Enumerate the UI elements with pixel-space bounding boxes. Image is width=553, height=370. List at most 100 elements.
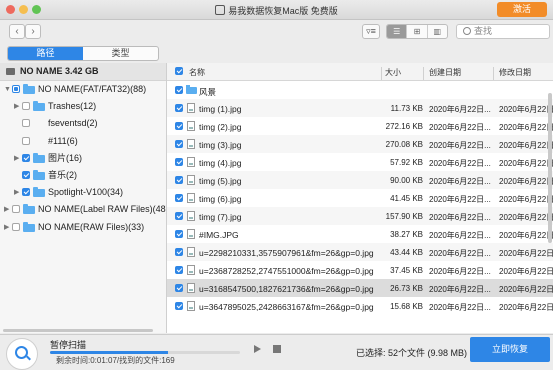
- row-checkbox[interactable]: [175, 248, 183, 256]
- file-name: u=2368728252,2747551000&fm=26&gp=0.jpg: [199, 266, 374, 276]
- file-name: u=3168547500,1827621736&fm=26&gp=0.jpg: [199, 284, 374, 294]
- tree-item[interactable]: 音乐(2): [0, 167, 166, 184]
- row-checkbox[interactable]: [175, 158, 183, 166]
- tree-item-checkbox[interactable]: [22, 170, 30, 179]
- table-row[interactable]: timg (3).jpg 270.08 KB 2020年6月22日... 2020年6…: [167, 135, 553, 153]
- row-checkbox[interactable]: [175, 86, 183, 94]
- table-row[interactable]: timg (1).jpg 11.73 KB 2020年6月22日... 2020年6月…: [167, 99, 553, 117]
- tree-item-checkbox[interactable]: [12, 222, 20, 231]
- created-date: 2020年6月22日...: [429, 231, 491, 240]
- file-size: 38.27 KB: [390, 230, 423, 239]
- modified-date: 2020年6月22日: [499, 177, 553, 186]
- tab-type[interactable]: 类型: [83, 47, 158, 60]
- back-arrow-icon[interactable]: ‹: [9, 24, 25, 39]
- search-input[interactable]: 查找: [456, 24, 550, 39]
- tree-item-checkbox[interactable]: [12, 205, 20, 214]
- tree-item[interactable]: ▶ 图片(16): [0, 150, 166, 167]
- tree-item-checkbox[interactable]: [22, 153, 30, 162]
- column-name[interactable]: 名称: [189, 67, 205, 78]
- tree-item-checkbox[interactable]: [22, 119, 30, 128]
- toolbar: ‹ › ▿≡ ☰ ⊞ ▥ 查找: [0, 20, 553, 43]
- tree-item[interactable]: ▶ NO NAME(RAW Files)(33): [0, 219, 166, 236]
- file-name: timg (5).jpg: [199, 176, 242, 186]
- row-checkbox[interactable]: [175, 302, 183, 310]
- folder-icon: [33, 187, 45, 198]
- column-divider: [493, 67, 494, 80]
- table-row[interactable]: u=2298210331,3575907961&fm=26&gp=0.jpg 43…: [167, 243, 553, 261]
- recover-button[interactable]: 立即恢复: [470, 337, 550, 362]
- scan-progress-fill: [50, 351, 168, 354]
- stop-icon[interactable]: [273, 345, 281, 353]
- row-checkbox[interactable]: [175, 176, 183, 184]
- table-row[interactable]: u=3647895025,2428663167&fm=26&gp=0.jpg 15…: [167, 297, 553, 315]
- expand-triangle-icon[interactable]: ▼: [4, 81, 11, 98]
- collapse-triangle-icon[interactable]: ▶: [14, 184, 19, 201]
- row-checkbox[interactable]: [175, 230, 183, 238]
- column-size[interactable]: 大小: [385, 67, 401, 78]
- column-created[interactable]: 创建日期: [429, 67, 461, 78]
- table-row[interactable]: timg (7).jpg 157.90 KB 2020年6月22日... 2020年6…: [167, 207, 553, 225]
- collapse-triangle-icon[interactable]: ▶: [4, 201, 9, 218]
- pause-scan-button[interactable]: 暂停扫描: [50, 338, 86, 351]
- file-icon: [187, 247, 195, 257]
- tree-item[interactable]: ▶ Spotlight-V100(34): [0, 184, 166, 201]
- tree-item-checkbox[interactable]: [22, 188, 30, 197]
- row-checkbox[interactable]: [175, 266, 183, 274]
- scan-magnifier-icon: [15, 346, 28, 359]
- tree-item-label: #111(6): [48, 135, 78, 146]
- collapse-triangle-icon[interactable]: ▶: [4, 219, 9, 236]
- lock-icon: [215, 5, 226, 15]
- folder-icon: [23, 84, 35, 94]
- table-row[interactable]: u=2368728252,2747551000&fm=26&gp=0.jpg 37…: [167, 261, 553, 279]
- tree-item-label: NO NAME(RAW Files)(33): [38, 221, 145, 232]
- tree-item[interactable]: ▼ NO NAME(FAT/FAT32)(88): [0, 81, 166, 98]
- modified-date: 2020年6月22日: [499, 285, 553, 294]
- column-view-icon[interactable]: ▥: [428, 25, 447, 38]
- column-modified[interactable]: 修改日期: [499, 67, 531, 78]
- table-row[interactable]: u=3168547500,1827621736&fm=26&gp=0.jpg 26…: [167, 279, 553, 297]
- activate-button[interactable]: 激活: [497, 2, 547, 17]
- row-checkbox[interactable]: [175, 104, 183, 112]
- select-all-checkbox[interactable]: [175, 67, 183, 75]
- table-row[interactable]: timg (4).jpg 57.92 KB 2020年6月22日... 2020年6月…: [167, 153, 553, 171]
- grid-view-icon[interactable]: ⊞: [407, 25, 428, 38]
- tab-path[interactable]: 路径: [8, 47, 83, 60]
- play-icon[interactable]: [254, 345, 261, 353]
- row-checkbox[interactable]: [175, 194, 183, 202]
- list-view-icon[interactable]: ☰: [387, 25, 408, 38]
- selection-summary: 已选择: 52个文件 (9.98 MB): [356, 348, 468, 358]
- tree-item[interactable]: ▶ Trashes(12): [0, 98, 166, 115]
- tree-item-checkbox[interactable]: [22, 136, 30, 145]
- row-checkbox[interactable]: [175, 140, 183, 148]
- row-checkbox[interactable]: [175, 212, 183, 220]
- column-divider: [381, 67, 382, 80]
- folder-icon: [186, 85, 197, 94]
- table-row[interactable]: timg (6).jpg 41.45 KB 2020年6月22日... 2020年6月…: [167, 189, 553, 207]
- list-scrollbar[interactable]: [548, 93, 552, 243]
- remaining-time: 剩余时间:0:01:07/找到的文件:169: [56, 356, 175, 365]
- file-icon: [187, 121, 195, 131]
- table-row[interactable]: 风景: [167, 81, 553, 99]
- file-icon: [187, 301, 195, 311]
- sidebar-scrollbar[interactable]: [3, 329, 153, 332]
- drive-label: NO NAME 3.42 GB: [20, 66, 99, 76]
- modified-date: 2020年6月22日: [499, 303, 553, 312]
- row-checkbox[interactable]: [175, 122, 183, 130]
- collapse-triangle-icon[interactable]: ▶: [14, 98, 19, 115]
- tree-item-checkbox[interactable]: [22, 102, 30, 111]
- table-row[interactable]: #IMG.JPG 38.27 KB 2020年6月22日... 2020年6月22日: [167, 225, 553, 243]
- table-row[interactable]: timg (2).jpg 272.16 KB 2020年6月22日... 2020年6…: [167, 117, 553, 135]
- tab-segment: 路径 类型: [7, 46, 159, 61]
- created-date: 2020年6月22日...: [429, 285, 491, 294]
- tree-item[interactable]: fseventsd(2): [0, 115, 166, 132]
- tree-item-checkbox[interactable]: [12, 85, 20, 93]
- modified-date: 2020年6月22日: [499, 105, 553, 114]
- tree-item[interactable]: #111(6): [0, 133, 166, 150]
- tree-item[interactable]: ▶ NO NAME(Label RAW Files)(48): [0, 201, 166, 218]
- forward-arrow-icon[interactable]: ›: [25, 24, 41, 39]
- collapse-triangle-icon[interactable]: ▶: [14, 150, 19, 167]
- filter-icon[interactable]: ▿≡: [362, 24, 380, 39]
- row-checkbox[interactable]: [175, 284, 183, 292]
- drive-header[interactable]: NO NAME 3.42 GB: [0, 63, 166, 81]
- table-row[interactable]: timg (5).jpg 90.00 KB 2020年6月22日... 2020年6月…: [167, 171, 553, 189]
